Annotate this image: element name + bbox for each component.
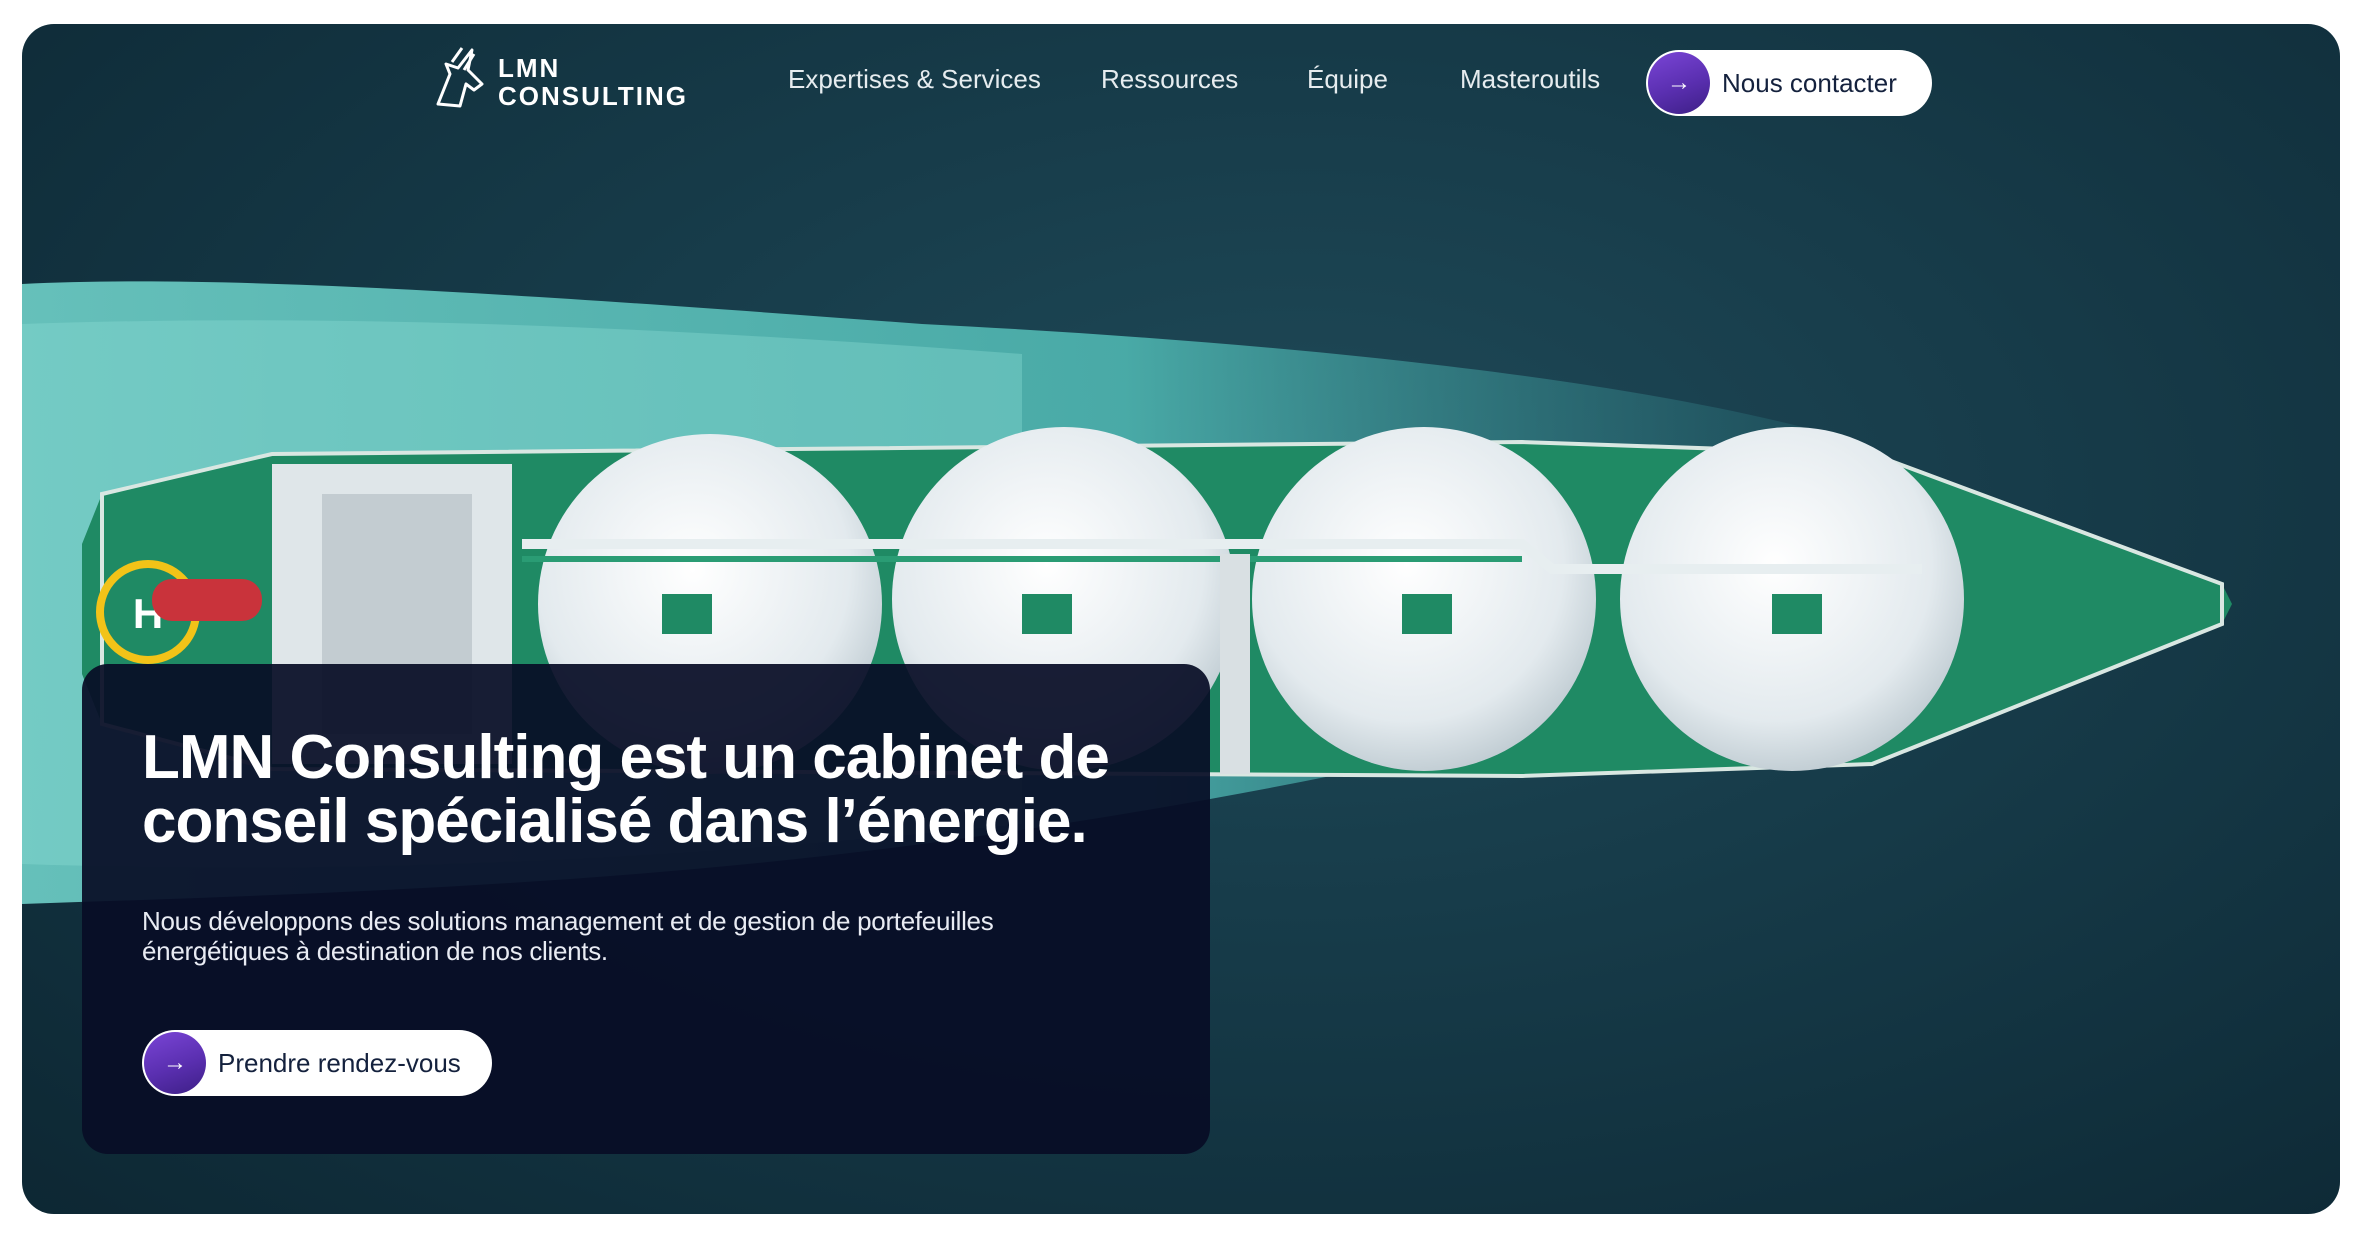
- appointment-button[interactable]: → Prendre rendez-vous: [142, 1030, 492, 1096]
- knight-logo-icon: [436, 47, 484, 108]
- nav-item-equipe[interactable]: Équipe: [1307, 64, 1388, 95]
- logo-line-1: LMN: [498, 53, 561, 83]
- nav-item-expertises[interactable]: Expertises & Services: [788, 64, 1041, 95]
- nav-item-ressources[interactable]: Ressources: [1101, 64, 1238, 95]
- hero-card: LMN Consulting est un cabinet de conseil…: [82, 664, 1210, 1154]
- hero-headline: LMN Consulting est un cabinet de conseil…: [142, 723, 1110, 856]
- logo-line-2: CONSULTING: [498, 81, 688, 111]
- hero-section: H LMN CONSULTING Expertises & Services R…: [22, 24, 2340, 1214]
- contact-button-label: Nous contacter: [1722, 67, 1897, 98]
- arrow-right-icon: →: [1648, 52, 1710, 114]
- hero-subtext: Nous développons des solutions managemen…: [142, 906, 994, 966]
- brand-logo[interactable]: LMN CONSULTING: [428, 44, 688, 120]
- appointment-button-label: Prendre rendez-vous: [218, 1047, 461, 1078]
- logo-wordmark: LMN CONSULTING: [498, 54, 688, 110]
- nav-item-masteroutils[interactable]: Masteroutils: [1460, 64, 1600, 95]
- contact-button[interactable]: → Nous contacter: [1646, 50, 1932, 116]
- arrow-right-icon: →: [144, 1032, 206, 1094]
